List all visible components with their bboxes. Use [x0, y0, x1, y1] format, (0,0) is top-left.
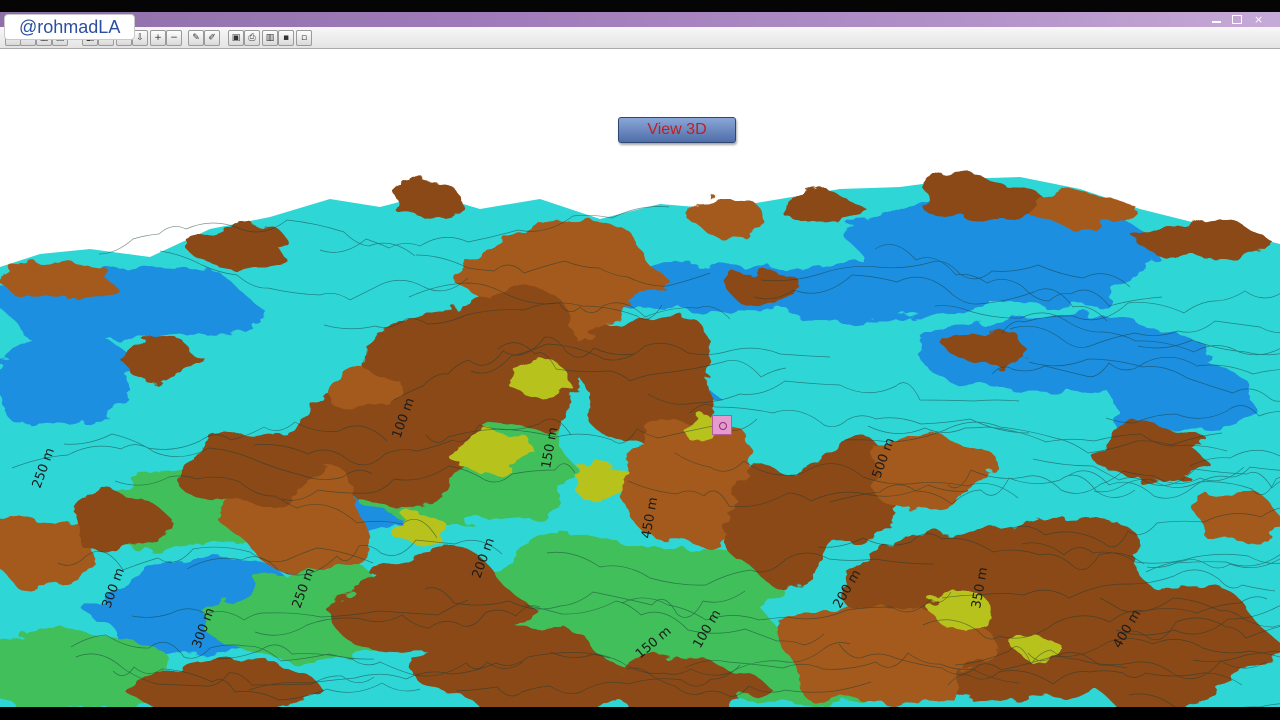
window-titlebar: × [0, 12, 1280, 27]
terrain-surface[interactable]: 100 m150 m200 m250 m300 m 350 m400 m450 m… [0, 49, 1280, 707]
print-tool-icon[interactable]: ⎙ [244, 30, 260, 46]
watermark-label: @rohmadLA [4, 14, 136, 40]
top-letterbox [0, 0, 1280, 12]
zoom-out-icon[interactable]: − [166, 30, 182, 46]
edit-tool-icon[interactable]: ✎ [188, 30, 204, 46]
draw-tool-icon[interactable]: ✐ [204, 30, 220, 46]
export-tool-icon[interactable]: ▥ [262, 30, 278, 46]
maximize-icon[interactable] [1232, 15, 1242, 24]
minimize-icon[interactable] [1212, 15, 1221, 23]
zoom-in-icon[interactable]: + [150, 30, 166, 46]
highlight-region [571, 462, 628, 502]
settings-icon[interactable]: ▫ [296, 30, 312, 46]
3d-terrain-viewport[interactable]: 100 m 150 m 200 m 250 m 300 m 350 m 400 m 450 m… [0, 49, 1280, 707]
close-icon[interactable]: × [1254, 14, 1263, 25]
location-marker-icon[interactable] [712, 415, 732, 435]
map-toolbar: ↖✥▦▤◧i⇧⇩+−✎✐▣⎙▥▪▫ [0, 27, 1280, 49]
view-3d-button[interactable]: View 3D [618, 117, 736, 143]
save-icon[interactable]: ▪ [278, 30, 294, 46]
bottom-letterbox [0, 707, 1280, 720]
image-tool-icon[interactable]: ▣ [228, 30, 244, 46]
